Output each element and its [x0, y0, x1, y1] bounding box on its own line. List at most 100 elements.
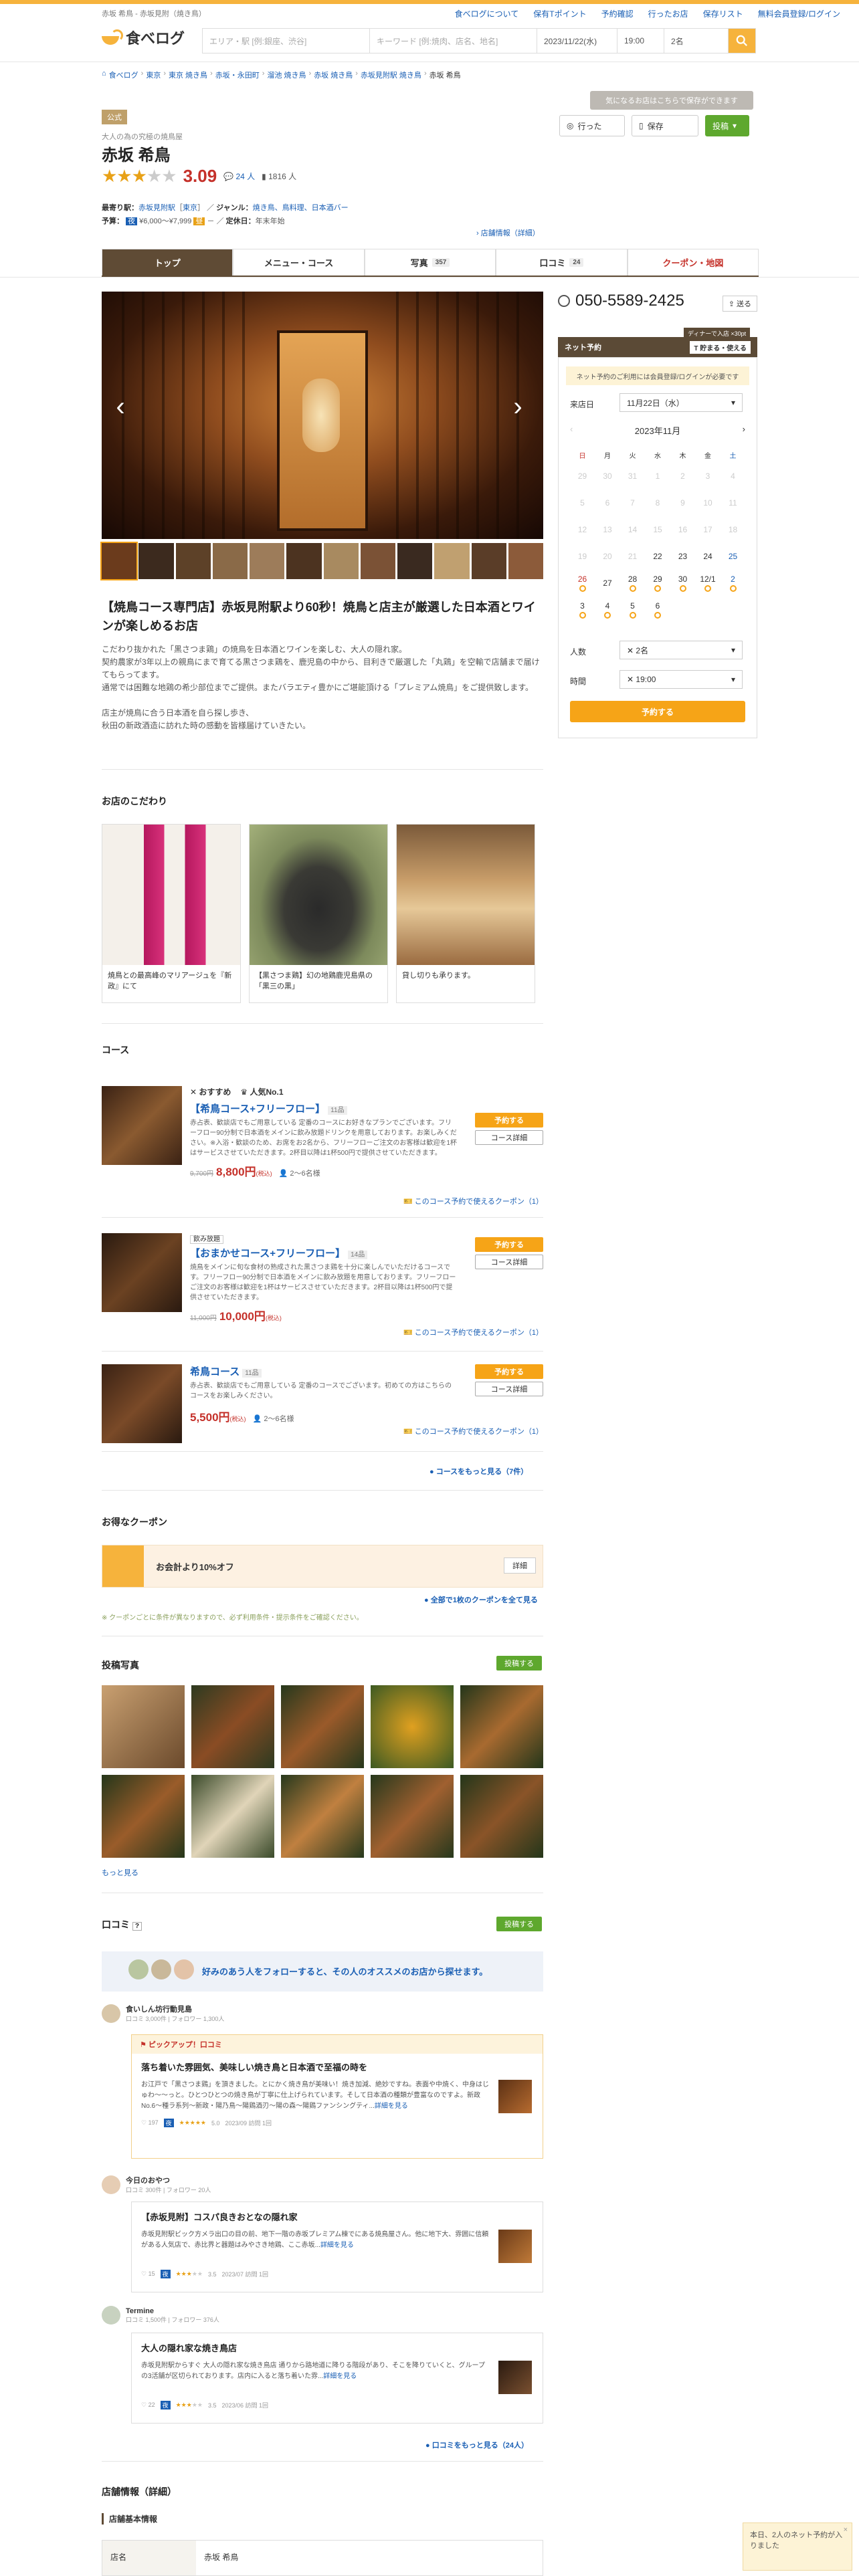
tab-top[interactable]: トップ [102, 249, 233, 276]
review-more-link[interactable]: 詳細を見る [375, 2103, 408, 2110]
posted-photo[interactable] [102, 1775, 185, 1858]
search-date[interactable]: 2023/11/22(水) [537, 29, 617, 53]
breadcrumb-item[interactable]: 溜池 焼き鳥 [267, 70, 306, 80]
avatar[interactable] [102, 2306, 120, 2325]
posted-photo[interactable] [371, 1685, 454, 1768]
review-card[interactable]: ⚑ ピックアップ！口コミ 落ち着いた雰囲気、美味しい焼き鳥と日本酒で至福の時を … [131, 2034, 543, 2159]
date-select[interactable]: 11月22日（水） ▾ [619, 393, 743, 412]
kodawari-card[interactable]: 焼鳥との最高峰のマリアージュを『新政』にて [102, 824, 241, 1003]
save-button[interactable]: ▯ 保存 [632, 115, 698, 136]
review-more-link[interactable]: 詳細を見る [323, 2373, 357, 2380]
posted-photo[interactable] [281, 1775, 364, 1858]
review-photo[interactable] [498, 2361, 532, 2394]
calendar-day[interactable]: 30 [670, 574, 695, 592]
time-select[interactable]: ✕ 19:00 ▾ [619, 670, 743, 689]
avatar[interactable] [102, 2175, 120, 2194]
photo-more-link[interactable]: もっと見る [102, 1867, 138, 1878]
review-more-link[interactable]: 詳細を見る [320, 2242, 354, 2249]
course-photo[interactable] [102, 1086, 182, 1165]
link-tpoint[interactable]: 保有Tポイント [533, 8, 586, 19]
coupon-detail-button[interactable]: 詳細 [504, 1558, 536, 1574]
calendar-day[interactable]: 26 [570, 574, 595, 592]
kodawari-card[interactable]: 【黒さつま鶏】幻の地鶏鹿児島県の「黒三の黒」 [249, 824, 388, 1003]
close-icon[interactable]: × [844, 2525, 848, 2535]
reviewer-name[interactable]: Termine [126, 2307, 219, 2315]
thumbnail[interactable] [100, 542, 138, 580]
like-icon[interactable]: ♡ 15 [141, 2270, 155, 2278]
calendar-day[interactable]: 2 [721, 574, 745, 592]
like-icon[interactable]: ♡ 22 [141, 2401, 155, 2409]
calendar-day[interactable]: 3 [570, 601, 595, 619]
went-button[interactable]: ◎ 行った [559, 115, 625, 136]
follow-banner[interactable]: 好みのあう人をフォローすると、その人のオススメのお店から探せます。 [102, 1951, 543, 1992]
review-title[interactable]: 大人の隠れ家な焼き鳥店 [141, 2341, 533, 2354]
thumbnail[interactable] [471, 543, 506, 579]
search-time[interactable]: 19:00 [617, 29, 664, 53]
search-area-input[interactable]: エリア・駅 [例:銀座、渋谷] [203, 29, 370, 53]
calendar-day[interactable]: 25 [721, 552, 745, 561]
post-button[interactable]: 投稿 ▾ [705, 115, 749, 136]
genre-link[interactable]: 焼き鳥、鳥料理、日本酒バー [253, 204, 349, 212]
kodawari-card[interactable]: 貸し切りも承ります。 [396, 824, 535, 1003]
review-photo[interactable] [498, 2080, 532, 2113]
thumbnail[interactable] [360, 543, 395, 579]
tab-reviews[interactable]: 口コミ 24 [496, 249, 628, 276]
course-reserve-button[interactable]: 予約する [475, 1237, 543, 1252]
posted-photo[interactable] [371, 1775, 454, 1858]
thumbnail[interactable] [175, 543, 211, 579]
course-name[interactable]: 【希鳥コース+フリーフロー】 11品 [190, 1101, 458, 1115]
course-photo[interactable] [102, 1233, 182, 1312]
course-reserve-button[interactable]: 予約する [475, 1364, 543, 1379]
posted-photo[interactable] [460, 1685, 543, 1768]
course-name[interactable]: 【おまかせコース+フリーフロー】 14品 [190, 1246, 458, 1260]
link-login[interactable]: 無料会員登録/ログイン [758, 8, 840, 19]
course-name[interactable]: 希鳥コース 11品 [190, 1364, 458, 1378]
link-saved-list[interactable]: 保存リスト [703, 8, 743, 19]
search-people[interactable]: 2名 [664, 29, 729, 53]
reviewer-name[interactable]: 今日のおやつ [126, 2175, 211, 2185]
review-title[interactable]: 落ち着いた雰囲気、美味しい焼き鳥と日本酒で至福の時を [141, 2060, 533, 2073]
next-photo-arrow[interactable]: › [511, 388, 524, 425]
breadcrumb-item[interactable]: 東京 焼き鳥 [169, 70, 207, 80]
posted-photo[interactable] [191, 1685, 274, 1768]
review-more-all-link[interactable]: ● 口コミをもっと見る（24人） [425, 2440, 529, 2450]
send-button[interactable]: ⇪ 送る [722, 296, 757, 312]
link-visited[interactable]: 行ったお店 [648, 8, 688, 19]
prev-photo-arrow[interactable]: ‹ [114, 388, 127, 425]
calendar-day[interactable]: 23 [670, 552, 695, 561]
avatar[interactable] [102, 2004, 120, 2023]
review-card[interactable]: 大人の隠れ家な焼き鳥店 赤坂見附駅からすぐ 大人の隠れ家な焼き鳥店 通りから路地… [131, 2333, 543, 2424]
course-coupon-link[interactable]: 🎫 このコース予約で使えるクーポン（1） [403, 1327, 543, 1337]
coupon-card[interactable]: お会計より10%オフ 詳細 [102, 1545, 543, 1588]
link-about[interactable]: 食べログについて [455, 8, 519, 19]
posted-photo[interactable] [460, 1775, 543, 1858]
tab-photos[interactable]: 写真 357 [364, 249, 496, 276]
review-photo[interactable] [498, 2230, 532, 2263]
site-logo[interactable]: 食べログ [102, 27, 185, 48]
course-detail-button[interactable]: コース詳細 [475, 1130, 543, 1145]
review-title[interactable]: 【赤坂見附】コスパ良きおとなの隠れ家 [141, 2210, 533, 2223]
prev-month-icon[interactable]: ‹ [570, 424, 573, 437]
breadcrumb-item[interactable]: 赤坂 焼き鳥 [314, 70, 353, 80]
calendar-day[interactable]: 12/1 [696, 574, 721, 592]
area-link[interactable]: 東京 [183, 204, 197, 212]
calendar-day[interactable]: 5 [620, 601, 645, 619]
station-link[interactable]: 赤坂見附駅 [138, 204, 175, 212]
course-coupon-link[interactable]: 🎫 このコース予約で使えるクーポン（1） [403, 1426, 543, 1436]
thumbnail[interactable] [323, 543, 359, 579]
photo-post-button[interactable]: 投稿する [496, 1656, 542, 1671]
posted-photo[interactable] [191, 1775, 274, 1858]
next-month-icon[interactable]: › [743, 424, 745, 437]
link-reservation-check[interactable]: 予約確認 [601, 8, 634, 19]
calendar-day[interactable]: 22 [646, 552, 670, 561]
reviewer-name[interactable]: 食いしん坊行動見島 [126, 2004, 224, 2014]
posted-photo[interactable] [281, 1685, 364, 1768]
breadcrumb-item[interactable]: 赤坂・永田町 [215, 70, 260, 80]
calendar-day[interactable]: 24 [696, 552, 721, 561]
people-select[interactable]: ✕ 2名 ▾ [619, 641, 743, 659]
search-keyword-input[interactable]: キーワード [例:焼肉、店名、地名] [370, 29, 537, 53]
thumbnail[interactable] [286, 543, 322, 579]
thumbnail[interactable] [250, 543, 285, 579]
tab-menu[interactable]: メニュー・コース [233, 249, 365, 276]
calendar-day[interactable]: 28 [620, 574, 645, 592]
